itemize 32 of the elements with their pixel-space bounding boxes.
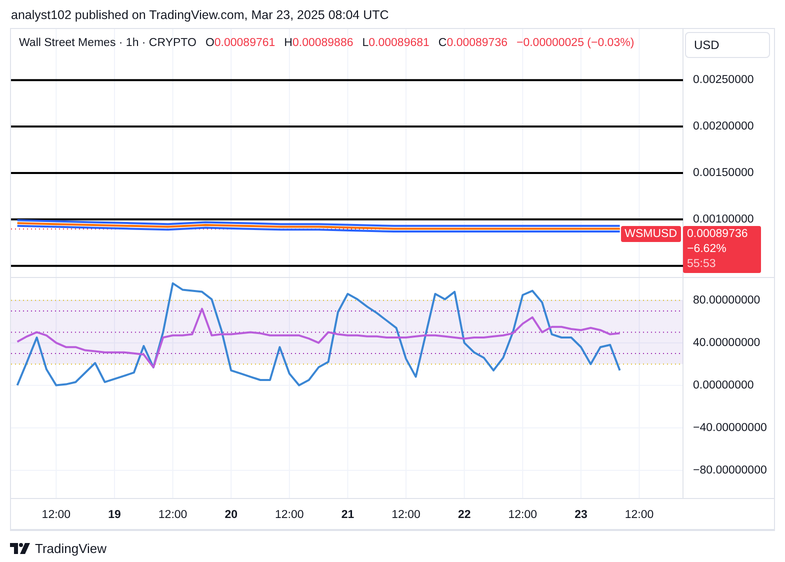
axis-label: −40.00000000 [693, 422, 767, 434]
axis-label: 0.00250000 [693, 74, 754, 86]
ohlc-value: O0.00089761 [205, 37, 276, 49]
currency-button[interactable]: USD [685, 32, 770, 58]
publish-info: analyst102 published on TradingView.com, Mar 23, 2025 08:04 UTC [10, 8, 390, 24]
axis-label: 20 [224, 509, 238, 521]
axis-label: 12:00 [624, 509, 654, 521]
axis-label: 23 [574, 509, 588, 521]
change-value: −0.00000025 (−0.03%) [516, 37, 634, 49]
axis-label: 0.00000000 [693, 379, 754, 392]
axis-label: 80.00000000 [693, 294, 760, 306]
symbol-tag: WSMUSD [620, 226, 681, 242]
ohlc-value: C0.00089736 [438, 37, 508, 49]
logo-icon [10, 543, 30, 554]
axis-label: 22 [458, 509, 471, 521]
axis-label: 0.00200000 [693, 120, 754, 133]
axis-label: 12:00 [508, 509, 538, 521]
axis-label: 0.00150000 [693, 166, 754, 179]
brand-name: TradingView [35, 541, 107, 556]
axis-label: 21 [341, 509, 354, 521]
axis-label: 12:00 [158, 509, 188, 521]
axis-label: 0.00100000 [693, 213, 754, 226]
axis-label: 40.00000000 [693, 336, 760, 349]
axis-label: 12:00 [392, 509, 420, 521]
ohlc-value: L0.00089681 [362, 37, 430, 49]
axis-label: 19 [108, 509, 121, 521]
symbol-title: Wall Street Memes · 1h · CRYPTO [19, 37, 196, 49]
ohlc-value: H0.00089886 [284, 37, 354, 49]
price-label: 0.00089736 −6.62% 55:53 [683, 226, 761, 273]
axis-label: 12:00 [275, 509, 304, 521]
axis-label: −80.00000000 [693, 464, 767, 476]
axis-label: 12:00 [42, 509, 71, 521]
